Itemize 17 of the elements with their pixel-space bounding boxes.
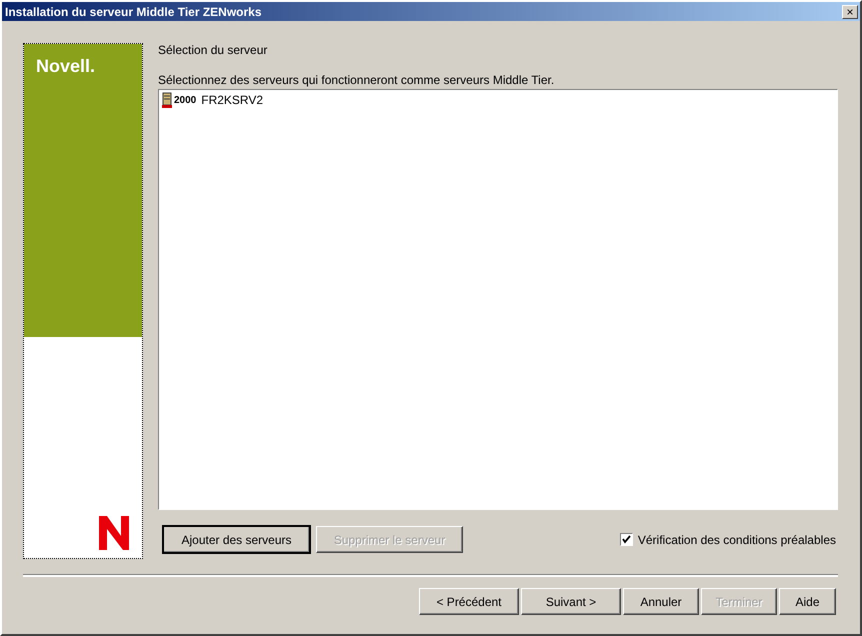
window-title: Installation du serveur Middle Tier ZENworks bbox=[5, 4, 262, 18]
os-version-label: 2000 bbox=[174, 94, 196, 106]
wizard-button[interactable]: Suivant > bbox=[521, 588, 621, 615]
checkbox-label: Vérification des conditions préalables bbox=[638, 532, 836, 546]
instruction-text: Sélectionnez des serveurs qui fonctionneront comme serveurs Middle Tier. bbox=[158, 73, 556, 87]
server-icon bbox=[162, 92, 172, 108]
server-item[interactable]: 2000 FR2KSRV2 bbox=[162, 92, 834, 108]
wizard-button[interactable]: Annuler bbox=[623, 588, 699, 615]
logo-text: Novell. bbox=[36, 56, 96, 76]
checkbox[interactable] bbox=[620, 533, 633, 546]
logo-mark-icon bbox=[99, 516, 129, 550]
close-button[interactable]: × bbox=[842, 4, 858, 18]
wizard-button[interactable]: < Précédent bbox=[419, 588, 519, 615]
server-name: FR2KSRV2 bbox=[201, 93, 264, 107]
section-heading: Sélection du serveur bbox=[158, 43, 268, 59]
add-servers-button[interactable]: Ajouter des serveurs bbox=[163, 526, 310, 553]
wizard-button[interactable]: Aide bbox=[779, 588, 836, 615]
